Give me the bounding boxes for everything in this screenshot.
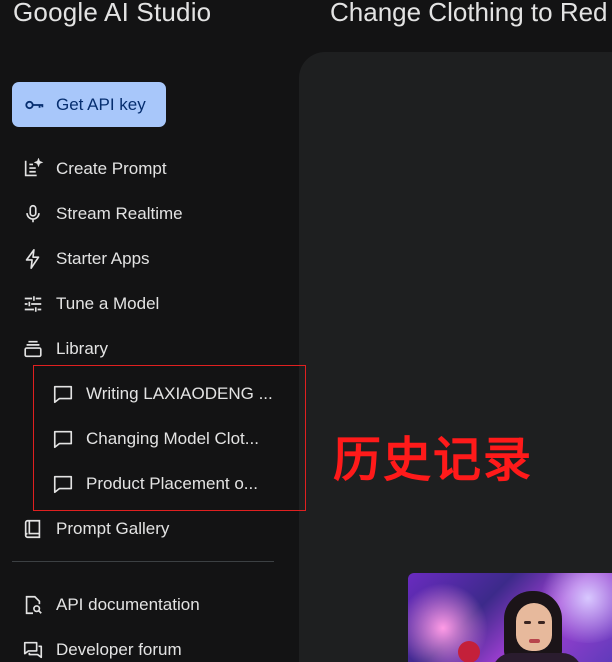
main-panel [299, 52, 612, 662]
sidebar-item-tune-a-model[interactable]: Tune a Model [22, 288, 159, 320]
sidebar-item-label: Tune a Model [56, 294, 160, 313]
figure-lips [529, 639, 540, 643]
lightning-icon [22, 248, 44, 270]
uploaded-image-thumbnail[interactable] [408, 573, 612, 662]
sidebar-item-stream-realtime[interactable]: Stream Realtime [22, 198, 183, 230]
figure-eye [538, 621, 545, 624]
history-highlight-box [33, 365, 306, 511]
page-title[interactable]: Change Clothing to Red [330, 0, 608, 28]
book-icon [22, 518, 44, 540]
figure-body [492, 653, 582, 662]
history-annotation: 历史记录 [333, 432, 534, 488]
figure-eye [524, 621, 531, 624]
sidebar-item-library[interactable]: Library [22, 333, 108, 365]
sidebar-item-api-documentation[interactable]: API documentation [22, 589, 200, 621]
sidebar-item-developer-forum[interactable]: Developer forum [22, 634, 182, 662]
sidebar-item-label: API documentation [56, 595, 200, 614]
sidebar-divider [12, 561, 274, 562]
sidebar-item-create-prompt[interactable]: Create Prompt [22, 153, 167, 185]
microphone-icon [22, 203, 44, 225]
sidebar-item-label: Create Prompt [56, 159, 167, 178]
library-icon [22, 338, 44, 360]
forum-icon [22, 639, 44, 661]
sidebar-item-label: Stream Realtime [56, 204, 183, 223]
sidebar-item-label: Library [56, 339, 108, 358]
sidebar-item-prompt-gallery[interactable]: Prompt Gallery [22, 513, 169, 545]
key-icon [25, 100, 44, 109]
sidebar-item-label: Developer forum [56, 640, 182, 659]
sidebar-item-label: Prompt Gallery [56, 519, 170, 538]
sidebar-item-label: Starter Apps [56, 249, 150, 268]
microphone-prop [458, 641, 480, 662]
app-window: Google AI Studio Change Clothing to Red … [0, 0, 612, 662]
create-prompt-icon [22, 158, 44, 180]
tune-icon [22, 293, 44, 315]
docs-search-icon [22, 594, 44, 616]
figure-face [516, 603, 552, 651]
get-api-key-button[interactable]: Get API key [12, 82, 166, 127]
app-brand[interactable]: Google AI Studio [13, 0, 211, 28]
get-api-key-label: Get API key [56, 94, 146, 114]
sidebar-item-starter-apps[interactable]: Starter Apps [22, 243, 150, 275]
